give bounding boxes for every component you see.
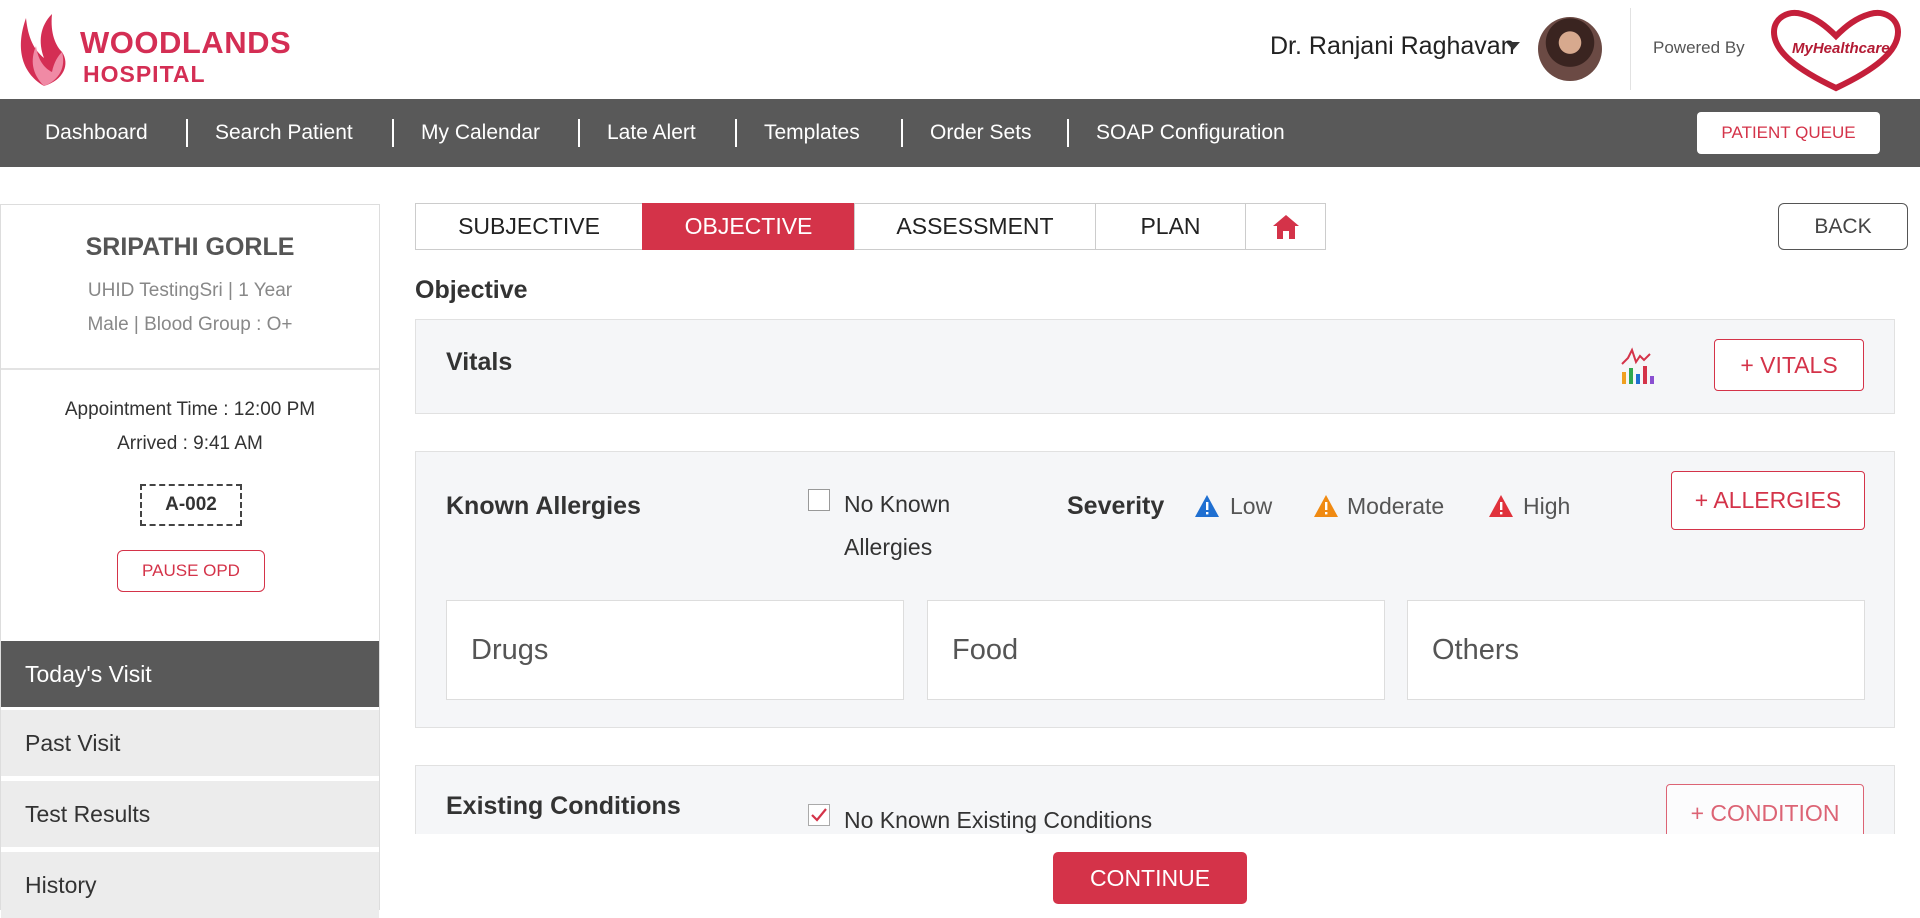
nav-dashboard[interactable]: Dashboard	[45, 121, 148, 145]
nav-separator	[578, 119, 580, 147]
nav-order-sets[interactable]: Order Sets	[930, 121, 1032, 145]
sidebar-item-past-visit[interactable]: Past Visit	[1, 710, 379, 776]
patient-name: SRIPATHI GORLE	[85, 233, 295, 261]
appointment-time: Appointment Time : 12:00 PM	[64, 399, 316, 420]
existing-conditions-title: Existing Conditions	[446, 792, 681, 820]
home-icon	[1272, 215, 1299, 239]
severity-high-label: High	[1523, 493, 1571, 519]
myhealthcare-logo-text: MyHealthcare	[1792, 40, 1890, 57]
allergies-title: Known Allergies	[446, 492, 641, 520]
add-allergies-button[interactable]: + ALLERGIES	[1671, 471, 1865, 530]
nav-separator	[392, 119, 394, 147]
nav-late-alert[interactable]: Late Alert	[607, 121, 696, 145]
woodlands-logo[interactable]: WOODLANDS HOSPITAL	[14, 12, 314, 90]
allergies-card: Known Allergies No Known Allergies Sever…	[415, 451, 1895, 728]
sidebar-item-history[interactable]: History	[1, 852, 379, 918]
logo-wordmark-line1: WOODLANDS	[80, 25, 292, 60]
arrived-time: Arrived : 9:41 AM	[117, 433, 263, 454]
no-known-conditions-label: No Known Existing Conditions	[844, 807, 1153, 833]
severity-label: Severity	[1067, 492, 1165, 520]
main-navbar: Dashboard Search Patient My Calendar Lat…	[0, 99, 1920, 167]
no-known-conditions-checkbox[interactable]	[808, 804, 830, 826]
vitals-card: Vitals + VITALS	[415, 319, 1895, 414]
severity-low-label: Low	[1230, 493, 1273, 519]
others-allergy-box[interactable]: Others	[1407, 600, 1865, 700]
section-title: Objective	[415, 276, 528, 304]
logo-wordmark-line2: HOSPITAL	[83, 61, 206, 87]
vitals-title: Vitals	[446, 348, 513, 376]
back-button[interactable]: BACK	[1778, 203, 1908, 250]
powered-by-label: Powered By	[1653, 38, 1745, 57]
patient-sidebar: SRIPATHI GORLE UHID TestingSri | 1 Year …	[0, 204, 380, 918]
doctor-name-dropdown[interactable]: Dr. Ranjani Raghavan	[1270, 32, 1515, 61]
avatar[interactable]	[1538, 17, 1602, 81]
header-divider	[1630, 8, 1631, 90]
sidebar-item-test-results[interactable]: Test Results	[1, 781, 379, 847]
patient-gender-blood-group: Male | Blood Group : O+	[87, 314, 293, 335]
no-known-allergies-checkbox[interactable]	[808, 489, 830, 511]
nav-separator	[901, 119, 903, 147]
no-known-allergies-label-line1: No Known	[844, 491, 951, 517]
warning-high-icon	[1489, 495, 1513, 517]
food-allergy-box[interactable]: Food	[927, 600, 1385, 700]
woodlands-flame-icon	[20, 14, 66, 86]
nav-separator	[1067, 119, 1069, 147]
add-condition-button[interactable]: + CONDITION	[1666, 784, 1864, 834]
tab-objective[interactable]: OBJECTIVE	[642, 203, 855, 250]
nav-search-patient[interactable]: Search Patient	[215, 121, 353, 145]
caret-down-icon[interactable]	[1506, 42, 1520, 50]
vitals-chart-icon[interactable]	[1620, 346, 1656, 386]
continue-button[interactable]: CONTINUE	[1053, 852, 1247, 904]
patient-uhid: UHID TestingSri | 1 Year	[87, 280, 293, 301]
existing-conditions-card: Existing Conditions No Known Existing Co…	[415, 765, 1895, 834]
checkmark-icon	[811, 808, 827, 822]
nav-soap-configuration[interactable]: SOAP Configuration	[1096, 121, 1285, 145]
sidebar-divider	[1, 368, 379, 370]
severity-moderate-label: Moderate	[1347, 493, 1445, 519]
add-vitals-button[interactable]: + VITALS	[1714, 339, 1864, 391]
nav-separator	[186, 119, 188, 147]
pause-opd-button[interactable]: PAUSE OPD	[117, 550, 265, 592]
no-known-allergies-label-line2: Allergies	[844, 534, 933, 560]
nav-my-calendar[interactable]: My Calendar	[421, 121, 540, 145]
app-header: WOODLANDS HOSPITAL Dr. Ranjani Raghavan …	[0, 0, 1920, 99]
tab-assessment[interactable]: ASSESSMENT	[854, 203, 1096, 250]
nav-templates[interactable]: Templates	[764, 121, 860, 145]
token-number: A-002	[140, 484, 242, 526]
drugs-allergy-box[interactable]: Drugs	[446, 600, 904, 700]
sidebar-item-todays-visit[interactable]: Today's Visit	[1, 641, 379, 707]
tab-home[interactable]	[1245, 203, 1326, 250]
warning-moderate-icon	[1314, 495, 1338, 517]
nav-separator	[735, 119, 737, 147]
warning-low-icon	[1195, 495, 1219, 517]
tab-plan[interactable]: PLAN	[1095, 203, 1246, 250]
tab-subjective[interactable]: SUBJECTIVE	[415, 203, 643, 250]
patient-queue-button[interactable]: PATIENT QUEUE	[1697, 112, 1880, 154]
